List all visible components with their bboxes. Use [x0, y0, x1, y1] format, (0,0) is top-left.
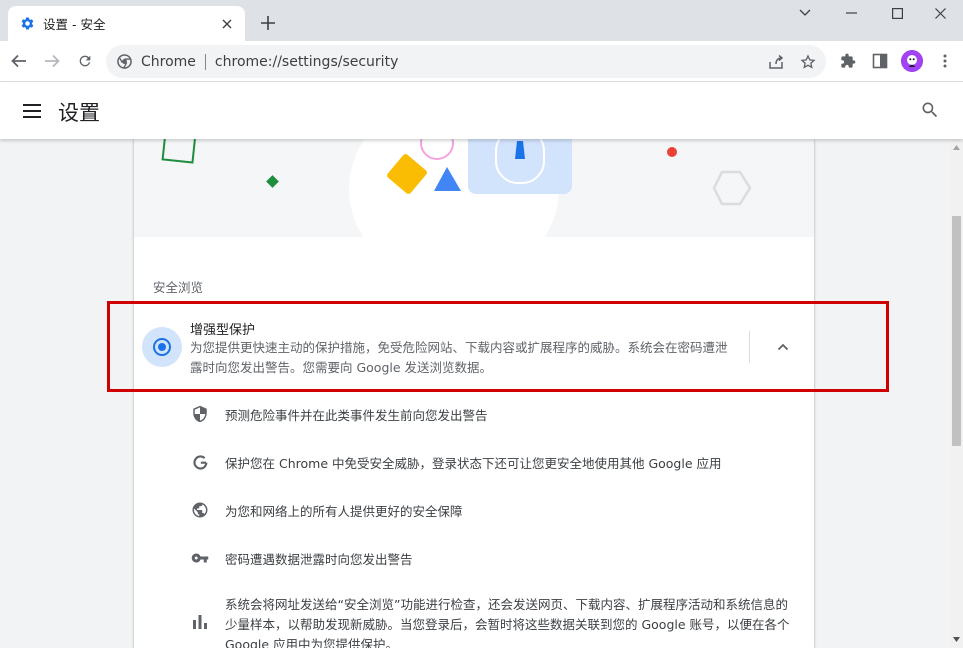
feature-item-google-apps: 保护您在 Chrome 中免受安全威胁，登录状态下还可让您更安全地使用其他 Go… — [134, 438, 814, 486]
reload-icon[interactable] — [71, 47, 99, 75]
security-illustration — [134, 139, 814, 237]
more-vert-icon[interactable] — [931, 47, 959, 75]
chevron-down-icon[interactable] — [782, 0, 828, 26]
settings-gear-icon — [19, 16, 35, 32]
close-window-icon[interactable] — [917, 0, 963, 26]
address-bar[interactable]: Chrome chrome://settings/security — [106, 45, 826, 78]
tab-settings-security[interactable]: 设置 - 安全 — [8, 6, 245, 41]
globe-icon — [190, 500, 210, 520]
omnibox-separator — [204, 53, 206, 70]
url-text[interactable]: chrome://settings/security — [215, 54, 398, 70]
security-card: 安全浏览 增强型保护 为您提供更快速主动的保护措施，免受危险网站、下载内容或扩展… — [134, 139, 814, 648]
bar-chart-icon — [190, 612, 210, 632]
side-panel-icon[interactable] — [866, 47, 894, 75]
tab-title: 设置 - 安全 — [43, 17, 106, 32]
minimize-icon[interactable] — [828, 0, 874, 26]
tab-close-icon[interactable] — [217, 14, 237, 34]
shield-icon — [190, 404, 210, 424]
settings-header: 设置 — [0, 83, 963, 139]
new-tab-plus-icon[interactable] — [256, 11, 280, 35]
tab-strip: 设置 - 安全 — [0, 0, 963, 41]
feature-item-password-leak: 密码遭遇数据泄露时向您发出警告 — [134, 534, 814, 582]
maximize-icon[interactable] — [874, 0, 920, 26]
scroll-down-arrow-icon[interactable] — [950, 633, 963, 646]
feature-item-web-safety: 为您和网络上的所有人提供更好的安全保障 — [134, 486, 814, 534]
page-scrollbar[interactable] — [950, 139, 963, 648]
browser-toolbar: Chrome chrome://settings/security — [0, 41, 963, 82]
feature-item-data-samples: 系统会将网址发送给“安全浏览”功能进行检查，还会发送网页、下载内容、扩展程序活动… — [134, 594, 814, 648]
feature-item-predict: 预测危险事件并在此类事件发生前向您发出警告 — [134, 390, 814, 438]
site-name: Chrome — [141, 53, 196, 70]
chrome-logo-icon — [116, 54, 132, 70]
profile-avatar[interactable] — [901, 50, 923, 72]
forward-arrow-icon[interactable] — [38, 47, 66, 75]
feature-text: 预测危险事件并在此类事件发生前向您发出警告 — [225, 408, 488, 423]
share-icon[interactable] — [762, 48, 790, 76]
key-icon — [190, 548, 210, 568]
highlight-box — [107, 301, 889, 392]
page-title: 设置 — [58, 101, 100, 125]
feature-text: 密码遭遇数据泄露时向您发出警告 — [225, 552, 413, 567]
scroll-thumb[interactable] — [952, 216, 961, 446]
feature-text: 为您和网络上的所有人提供更好的安全保障 — [225, 504, 463, 519]
scroll-up-arrow-icon[interactable] — [950, 141, 963, 154]
extensions-puzzle-icon[interactable] — [834, 47, 862, 75]
hamburger-menu-icon[interactable] — [20, 99, 44, 123]
feature-text: 系统会将网址发送给“安全浏览”功能进行检查，还会发送网页、下载内容、扩展程序活动… — [225, 597, 790, 648]
search-icon[interactable] — [920, 100, 942, 122]
back-arrow-icon[interactable] — [5, 47, 33, 75]
google-g-icon — [190, 452, 210, 472]
feature-text: 保护您在 Chrome 中免受安全威胁，登录状态下还可让您更安全地使用其他 Go… — [225, 456, 722, 471]
bookmark-star-icon[interactable] — [794, 48, 822, 76]
section-label-safe-browsing: 安全浏览 — [153, 280, 204, 295]
